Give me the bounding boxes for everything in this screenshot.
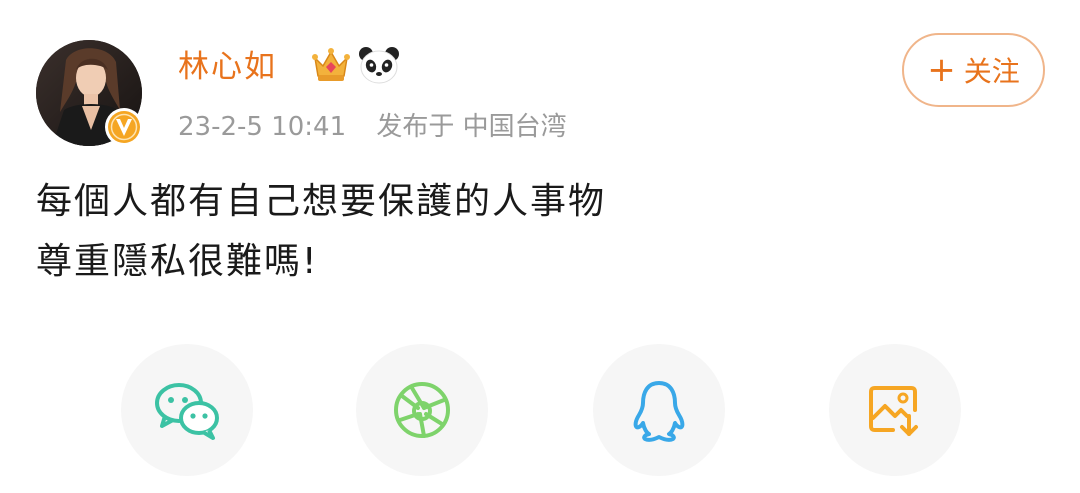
qq-icon (633, 381, 685, 442)
moments-icon (394, 382, 450, 438)
follow-label: 关注 (963, 55, 1020, 88)
post-text-line: 每個人都有自己想要保護的人事物 (36, 181, 607, 222)
wechat-icon (155, 383, 219, 440)
save-image-icon (869, 386, 918, 436)
plus-icon: + (927, 50, 956, 90)
post-location: 发布于 中国台湾 (376, 112, 567, 142)
username[interactable]: 林心如 (178, 45, 277, 89)
v-badge-icon (105, 108, 143, 146)
save-image-button[interactable] (829, 344, 961, 476)
post-date: 23-2-5 10:41 (178, 112, 347, 142)
post-text-line: 尊重隱私很難嗎! (36, 241, 319, 282)
follow-button[interactable]: + 关注 (902, 33, 1045, 107)
panda-icon (359, 47, 399, 84)
share-qq-button[interactable] (593, 344, 725, 476)
share-wechat-button[interactable] (121, 344, 253, 476)
crown-icon (312, 48, 350, 81)
post-meta: 23-2-5 10:41 发布于 中国台湾 (178, 107, 567, 147)
share-moments-button[interactable] (356, 344, 488, 476)
